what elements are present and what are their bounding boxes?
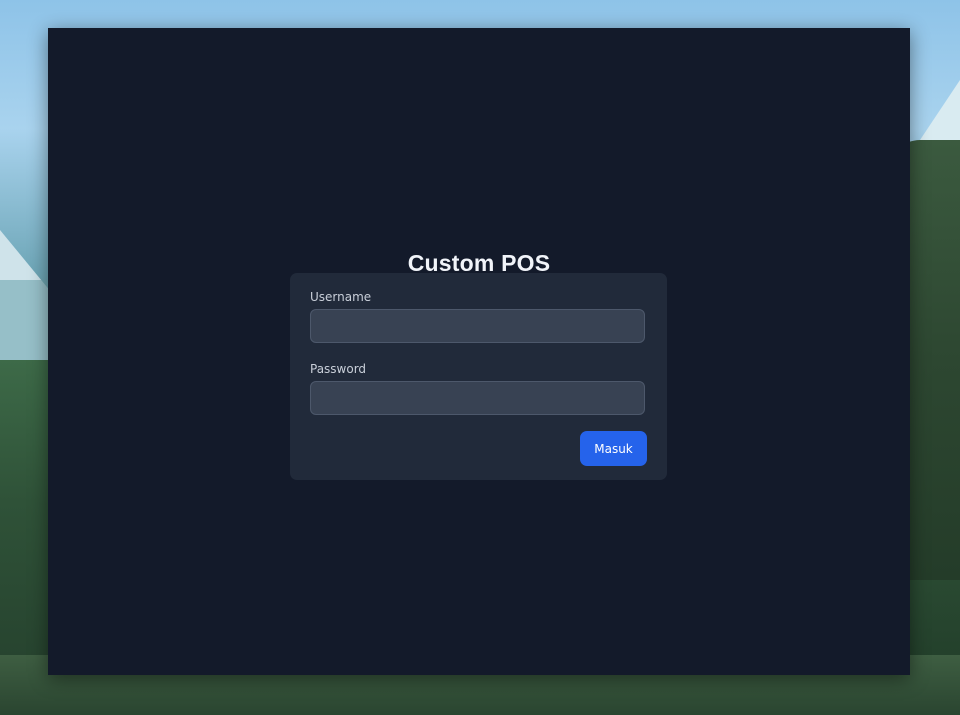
login-button[interactable]: Masuk [580, 431, 647, 466]
password-label: Password [310, 362, 367, 376]
login-card: Username Password Masuk [290, 273, 667, 480]
username-input[interactable] [310, 309, 645, 343]
username-label: Username [310, 290, 372, 304]
app-window: Custom POS Username Password Masuk [48, 28, 910, 675]
desktop-background: Custom POS Username Password Masuk [0, 0, 960, 715]
password-input[interactable] [310, 381, 645, 415]
